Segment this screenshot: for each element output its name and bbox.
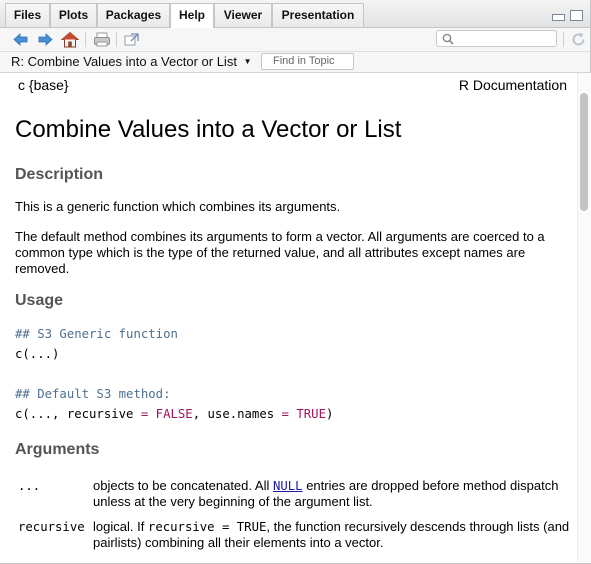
description-paragraph: The default method combines its argument… bbox=[15, 229, 545, 276]
arguments-heading: Arguments bbox=[15, 441, 100, 458]
usage-comment: ## Default S3 method: bbox=[15, 387, 171, 401]
null-link[interactable]: NULL bbox=[273, 479, 303, 493]
popout-icon[interactable] bbox=[123, 31, 140, 48]
help-search-input[interactable] bbox=[436, 30, 557, 47]
search-icon bbox=[442, 33, 454, 45]
tab-files[interactable]: Files bbox=[5, 3, 50, 27]
forward-arrow-icon[interactable] bbox=[37, 31, 54, 48]
argument-name: ... bbox=[18, 479, 41, 493]
package-label: c {base} bbox=[18, 77, 69, 93]
help-document: c {base} R Documentation Combine Values … bbox=[0, 73, 577, 563]
tab-viewer[interactable]: Viewer bbox=[214, 3, 272, 27]
description-heading: Description bbox=[15, 166, 104, 183]
usage-comment: ## S3 Generic function bbox=[15, 327, 178, 341]
tab-packages[interactable]: Packages bbox=[97, 3, 170, 27]
refresh-icon[interactable] bbox=[570, 31, 587, 48]
usage-heading: Usage bbox=[15, 292, 64, 309]
argument-description: objects to be concatenated. All NULL ent… bbox=[93, 478, 559, 509]
topic-title: R: Combine Values into a Vector or List bbox=[11, 54, 237, 69]
topic-dropdown[interactable]: R: Combine Values into a Vector or List … bbox=[11, 54, 251, 69]
usage-code: c(..., recursive = FALSE, use.names = TR… bbox=[15, 407, 334, 421]
print-icon[interactable] bbox=[93, 31, 111, 48]
find-in-topic-input[interactable]: Find in Topic bbox=[261, 53, 354, 70]
scrollbar-thumb[interactable] bbox=[580, 93, 588, 211]
tab-help[interactable]: Help bbox=[170, 3, 214, 28]
help-pane: Files Plots Packages Help Viewer Present… bbox=[0, 0, 591, 564]
toolbar-separator bbox=[563, 32, 564, 47]
home-icon[interactable] bbox=[61, 31, 79, 48]
help-toolbar bbox=[0, 28, 590, 52]
tab-strip: Files Plots Packages Help Viewer Present… bbox=[0, 0, 590, 28]
argument-description: logical. If recursive = TRUE, the functi… bbox=[93, 519, 570, 550]
usage-code: c(...) bbox=[15, 347, 60, 361]
chevron-down-icon: ▼ bbox=[243, 57, 252, 66]
page-title: Combine Values into a Vector or List bbox=[15, 116, 402, 143]
minimize-pane-icon[interactable] bbox=[552, 14, 565, 21]
topic-bar: R: Combine Values into a Vector or List … bbox=[0, 52, 590, 73]
back-arrow-icon[interactable] bbox=[12, 31, 29, 48]
argument-name: recursive bbox=[18, 520, 85, 534]
description-paragraph: This is a generic function which combine… bbox=[15, 199, 341, 214]
maximize-pane-icon[interactable] bbox=[570, 10, 583, 21]
r-documentation-label: R Documentation bbox=[458, 77, 567, 93]
toolbar-separator bbox=[116, 32, 117, 47]
tab-plots[interactable]: Plots bbox=[50, 3, 97, 27]
toolbar-separator bbox=[85, 32, 86, 47]
tab-presentation[interactable]: Presentation bbox=[272, 3, 364, 27]
